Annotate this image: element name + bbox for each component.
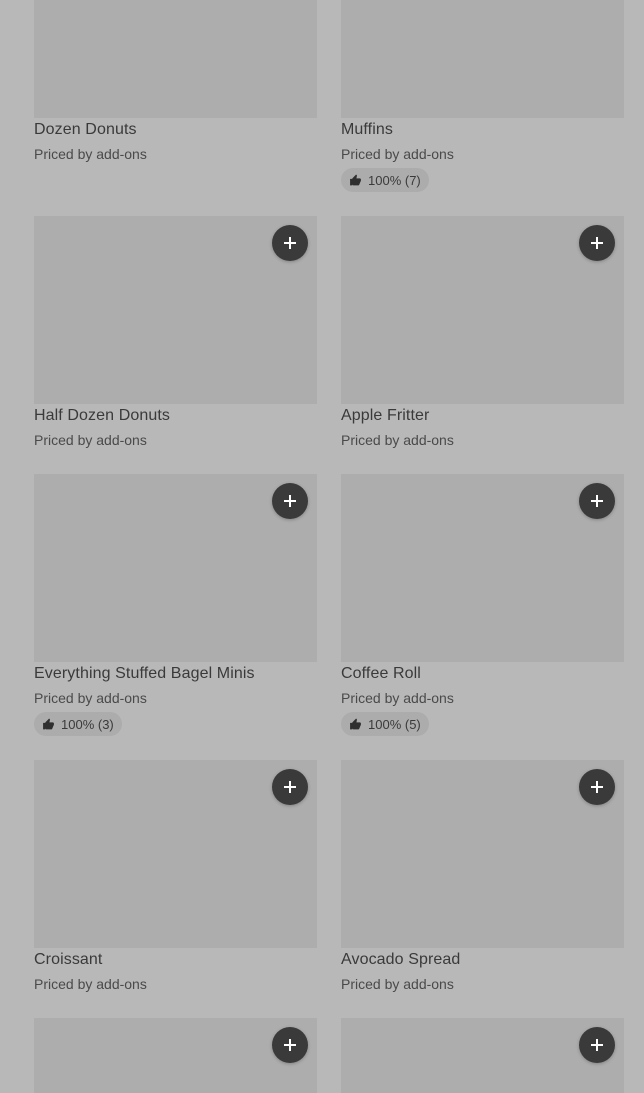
item-title: Dozen Donuts [34, 121, 137, 138]
rating-text: 100% (3) [61, 716, 114, 732]
item-image[interactable] [34, 0, 317, 118]
rating-badge: 100% (7) [341, 168, 429, 192]
item-price: Priced by add-ons [34, 146, 147, 162]
item-price: Priced by add-ons [341, 976, 454, 992]
add-to-cart-button[interactable] [579, 225, 615, 261]
item-title: Muffins [341, 121, 393, 138]
plus-icon [590, 494, 604, 508]
item-title: Everything Stuffed Bagel Minis [34, 665, 255, 682]
plus-icon [590, 780, 604, 794]
plus-icon [590, 236, 604, 250]
item-price: Priced by add-ons [34, 690, 147, 706]
item-price: Priced by add-ons [34, 976, 147, 992]
add-to-cart-button[interactable] [579, 483, 615, 519]
item-title: Apple Fritter [341, 407, 430, 424]
plus-icon [283, 494, 297, 508]
add-to-cart-button[interactable] [272, 1027, 308, 1063]
rating-badge: 100% (3) [34, 712, 122, 736]
rating-text: 100% (7) [368, 172, 421, 188]
item-title: Avocado Spread [341, 951, 461, 968]
rating-badge: 100% (5) [341, 712, 429, 736]
add-to-cart-button[interactable] [272, 225, 308, 261]
plus-icon [283, 236, 297, 250]
rating-text: 100% (5) [368, 716, 421, 732]
item-price: Priced by add-ons [341, 432, 454, 448]
item-image[interactable] [341, 0, 624, 118]
item-price: Priced by add-ons [34, 432, 147, 448]
item-price: Priced by add-ons [341, 146, 454, 162]
plus-icon [590, 1038, 604, 1052]
item-title: Half Dozen Donuts [34, 407, 170, 424]
item-title: Coffee Roll [341, 665, 421, 682]
add-to-cart-button[interactable] [272, 769, 308, 805]
thumbs-up-icon [349, 718, 362, 731]
plus-icon [283, 1038, 297, 1052]
plus-icon [283, 780, 297, 794]
thumbs-up-icon [42, 718, 55, 731]
add-to-cart-button[interactable] [272, 483, 308, 519]
add-to-cart-button[interactable] [579, 769, 615, 805]
thumbs-up-icon [349, 174, 362, 187]
item-title: Croissant [34, 951, 103, 968]
add-to-cart-button[interactable] [579, 1027, 615, 1063]
item-price: Priced by add-ons [341, 690, 454, 706]
